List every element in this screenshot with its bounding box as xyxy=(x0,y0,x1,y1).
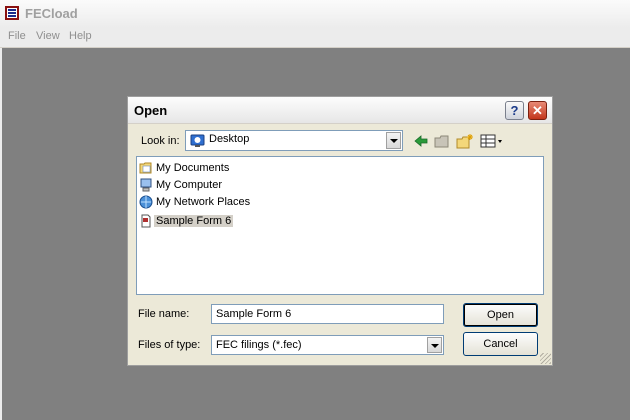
open-dialog: Open ? ✕ Look in: Desktop My Documents M… xyxy=(127,96,553,366)
app-icon[interactable] xyxy=(5,6,19,20)
back-arrow-icon[interactable] xyxy=(412,133,430,149)
cancel-button[interactable]: Cancel xyxy=(463,332,538,356)
dialog-title: Open xyxy=(134,103,168,118)
list-item-label: Sample Form 6 xyxy=(154,215,234,227)
file-name-input[interactable]: Sample Form 6 xyxy=(211,304,444,324)
look-in-value: Desktop xyxy=(209,133,250,145)
app-title: FECload xyxy=(25,6,78,21)
desktop-icon xyxy=(190,134,205,147)
folder-icon xyxy=(139,162,152,174)
menu-file[interactable]: File xyxy=(8,30,26,42)
menu-help[interactable]: Help xyxy=(69,30,92,42)
look-in-label: Look in: xyxy=(141,135,180,147)
view-menu-icon[interactable] xyxy=(480,133,504,149)
network-icon xyxy=(139,195,153,209)
chevron-down-icon[interactable] xyxy=(427,337,442,353)
files-of-type-dropdown[interactable]: FEC filings (*.fec) xyxy=(211,335,444,355)
new-folder-icon[interactable] xyxy=(456,133,474,149)
help-button[interactable]: ? xyxy=(505,101,524,120)
files-of-type-value: FEC filings (*.fec) xyxy=(216,339,302,351)
dialog-titlebar[interactable]: Open ? ✕ xyxy=(128,97,552,124)
close-button[interactable]: ✕ xyxy=(528,101,547,120)
list-item-label: My Documents xyxy=(156,162,230,174)
menu-view[interactable]: View xyxy=(36,30,60,42)
list-item-label: My Network Places xyxy=(156,196,251,208)
list-item-label: My Computer xyxy=(156,179,223,191)
app-titlebar: FECload xyxy=(0,0,630,28)
chevron-down-icon[interactable] xyxy=(386,132,401,149)
open-button[interactable]: Open xyxy=(463,303,538,327)
file-list[interactable]: My Documents My Computer My Network Plac… xyxy=(136,156,544,295)
window-border xyxy=(0,48,2,420)
up-folder-icon[interactable] xyxy=(433,133,451,149)
files-of-type-label: Files of type: xyxy=(138,339,201,351)
document-icon xyxy=(141,214,151,228)
resize-grip[interactable] xyxy=(540,353,551,364)
menu-bar: File View Help xyxy=(0,28,630,48)
computer-icon xyxy=(140,178,152,192)
file-name-value: Sample Form 6 xyxy=(216,308,292,320)
look-in-dropdown[interactable]: Desktop xyxy=(185,130,403,151)
file-name-label: File name: xyxy=(138,308,190,320)
